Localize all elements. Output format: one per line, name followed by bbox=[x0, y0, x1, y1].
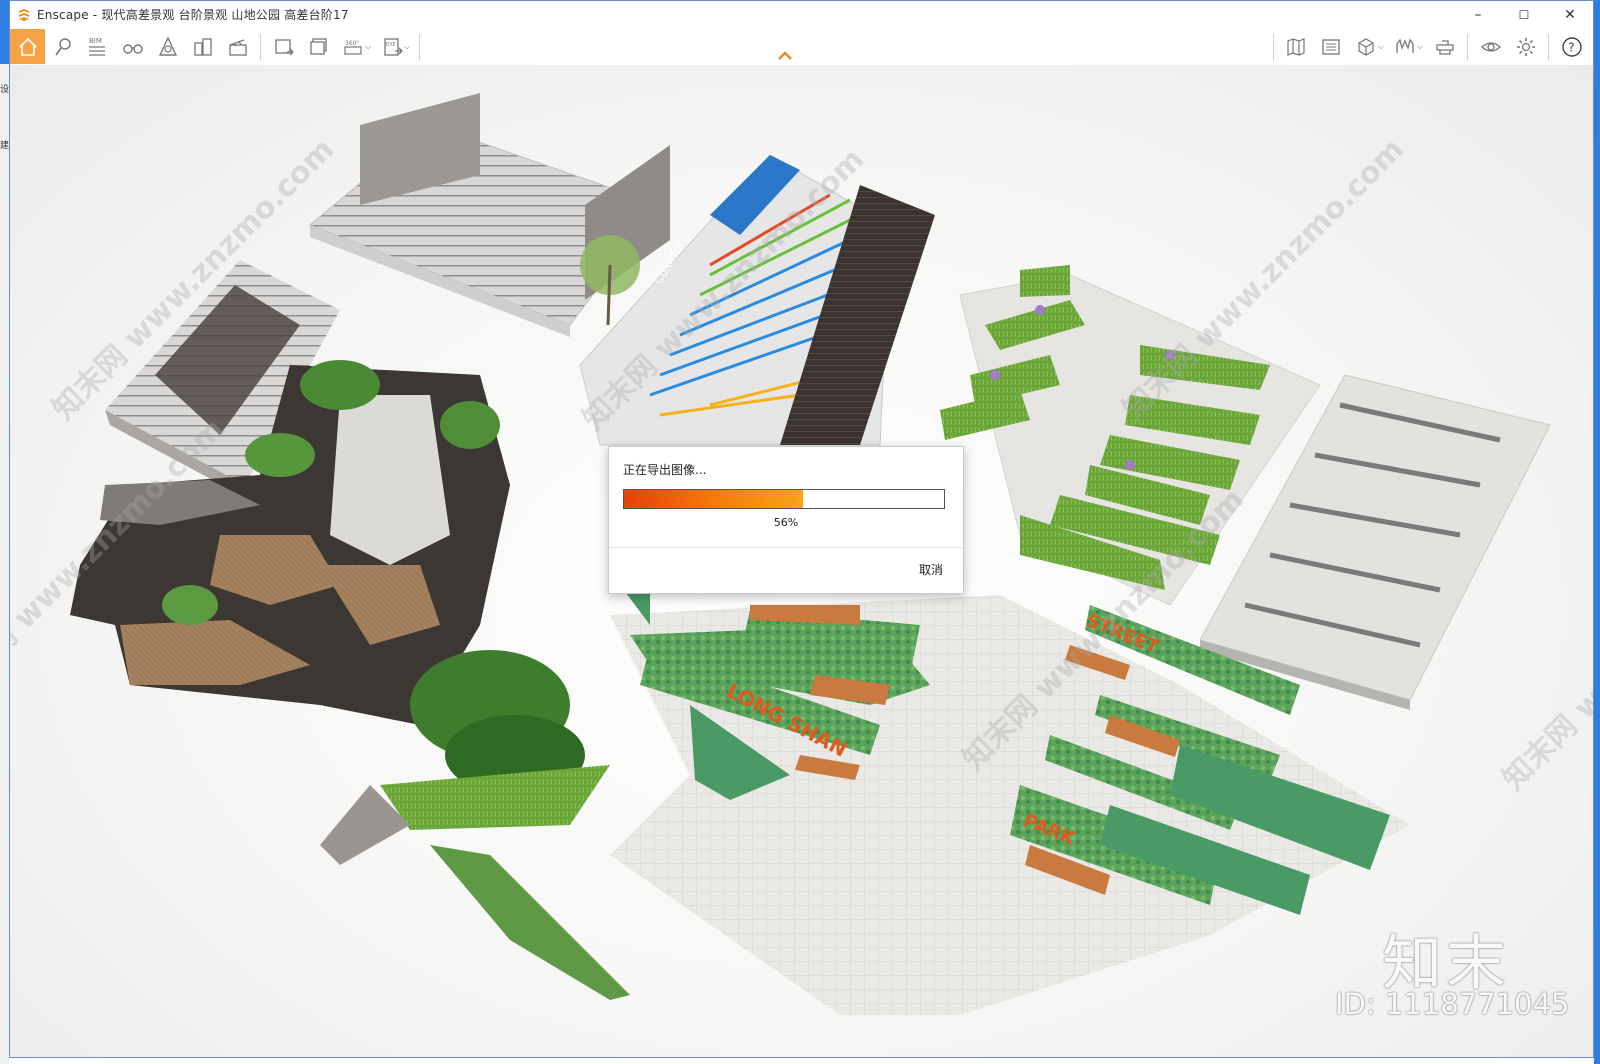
toolbar-separator bbox=[260, 33, 261, 60]
location-pin-icon bbox=[54, 37, 71, 55]
toolbar-separator bbox=[419, 33, 421, 60]
vr-button[interactable] bbox=[1388, 29, 1423, 64]
video-editor-button[interactable] bbox=[220, 29, 255, 64]
progress-fill bbox=[624, 490, 804, 508]
bim-icon: BIM bbox=[88, 37, 105, 56]
collaboration-button[interactable] bbox=[1427, 29, 1462, 64]
svg-text:?: ? bbox=[1568, 40, 1574, 54]
map-icon bbox=[1287, 37, 1305, 56]
location-button[interactable] bbox=[45, 29, 80, 64]
uploads-icon bbox=[1322, 38, 1340, 55]
bim-button[interactable]: BIM bbox=[80, 29, 115, 64]
window-frame-left: 设 建 bbox=[0, 0, 9, 1064]
export-progress-dialog: 正在导出图像... 56% 取消 bbox=[608, 446, 964, 594]
visibility-eye-icon bbox=[1480, 41, 1501, 52]
left-edge-char: 设 bbox=[0, 85, 10, 95]
toolbar-separator bbox=[1272, 33, 1274, 60]
dialog-title: 正在导出图像... bbox=[623, 463, 707, 477]
panorama-button[interactable]: 360° bbox=[336, 29, 371, 64]
exe-text: EXE bbox=[386, 42, 396, 48]
export-exe-icon: EXE bbox=[383, 37, 403, 56]
home-button[interactable] bbox=[10, 29, 45, 64]
help-icon: ? bbox=[1561, 36, 1582, 57]
asset-library-button[interactable] bbox=[150, 29, 185, 64]
collaboration-icon bbox=[1435, 39, 1454, 55]
panorama-text: 360° bbox=[345, 40, 359, 47]
uploads-button[interactable] bbox=[1314, 29, 1349, 64]
bim-text: BIM bbox=[89, 37, 102, 45]
screenshot-icon bbox=[274, 38, 294, 55]
settings-gear-icon bbox=[1516, 37, 1535, 56]
toolbar-right-group: ⌵ ⌵ ? bbox=[1268, 28, 1589, 65]
binoculars-icon bbox=[122, 43, 143, 54]
progress-bar bbox=[623, 489, 945, 509]
close-button[interactable]: ✕ bbox=[1547, 1, 1593, 28]
top-stair-block bbox=[309, 93, 670, 337]
progress-percent: 56% bbox=[773, 516, 799, 529]
batch-render-button[interactable] bbox=[301, 29, 336, 64]
cancel-button[interactable]: 取消 bbox=[913, 559, 949, 580]
vr-headset-icon bbox=[1396, 38, 1415, 53]
export-exe-button[interactable]: EXE bbox=[375, 29, 410, 64]
maximize-button[interactable]: ☐ bbox=[1501, 1, 1547, 28]
window-frame-right bbox=[1594, 0, 1600, 1064]
buildings-button[interactable] bbox=[185, 29, 220, 64]
asset-library-icon bbox=[158, 35, 177, 56]
settings-button[interactable] bbox=[1508, 29, 1543, 64]
enscape-logo-icon bbox=[17, 8, 31, 22]
chevron-up-icon[interactable] bbox=[777, 49, 793, 61]
visibility-button[interactable] bbox=[1473, 29, 1508, 64]
toolbar-separator bbox=[1548, 33, 1549, 60]
window-controls: – ☐ ✕ bbox=[1455, 1, 1593, 28]
binoculars-button[interactable] bbox=[115, 29, 150, 64]
batch-render-icon bbox=[309, 37, 327, 55]
screenshot-button[interactable] bbox=[266, 29, 301, 64]
window-title: Enscape - 现代高差景观 台阶景观 山地公园 高差台阶17 bbox=[37, 8, 349, 22]
toolbar: BIM 360° ⌵ EXE ⌵ ⌵ ⌵ ? bbox=[10, 28, 1593, 66]
minimize-button[interactable]: – bbox=[1455, 1, 1501, 28]
enscape-window: Enscape - 现代高差景观 台阶景观 山地公园 高差台阶17 – ☐ ✕ … bbox=[9, 0, 1594, 1058]
views-button[interactable] bbox=[1349, 29, 1384, 64]
render-viewport[interactable]: Colorful LONG SHAN STREET PARK 知末网 www.z… bbox=[10, 65, 1593, 1057]
clapperboard-icon bbox=[228, 38, 247, 56]
home-icon bbox=[18, 37, 37, 56]
brand-id-watermark: ID: 1118771045 bbox=[1335, 987, 1570, 1021]
left-edge-char: 建 bbox=[0, 141, 10, 151]
toolbar-separator bbox=[1467, 33, 1468, 60]
map-button[interactable] bbox=[1279, 29, 1314, 64]
title-bar: Enscape - 现代高差景观 台阶景观 山地公园 高差台阶17 – ☐ ✕ bbox=[10, 1, 1593, 28]
help-button[interactable]: ? bbox=[1554, 29, 1589, 64]
views-cube-icon bbox=[1358, 37, 1374, 56]
panorama-icon: 360° bbox=[343, 40, 362, 55]
buildings-icon bbox=[193, 37, 212, 56]
dialog-divider bbox=[609, 547, 963, 548]
